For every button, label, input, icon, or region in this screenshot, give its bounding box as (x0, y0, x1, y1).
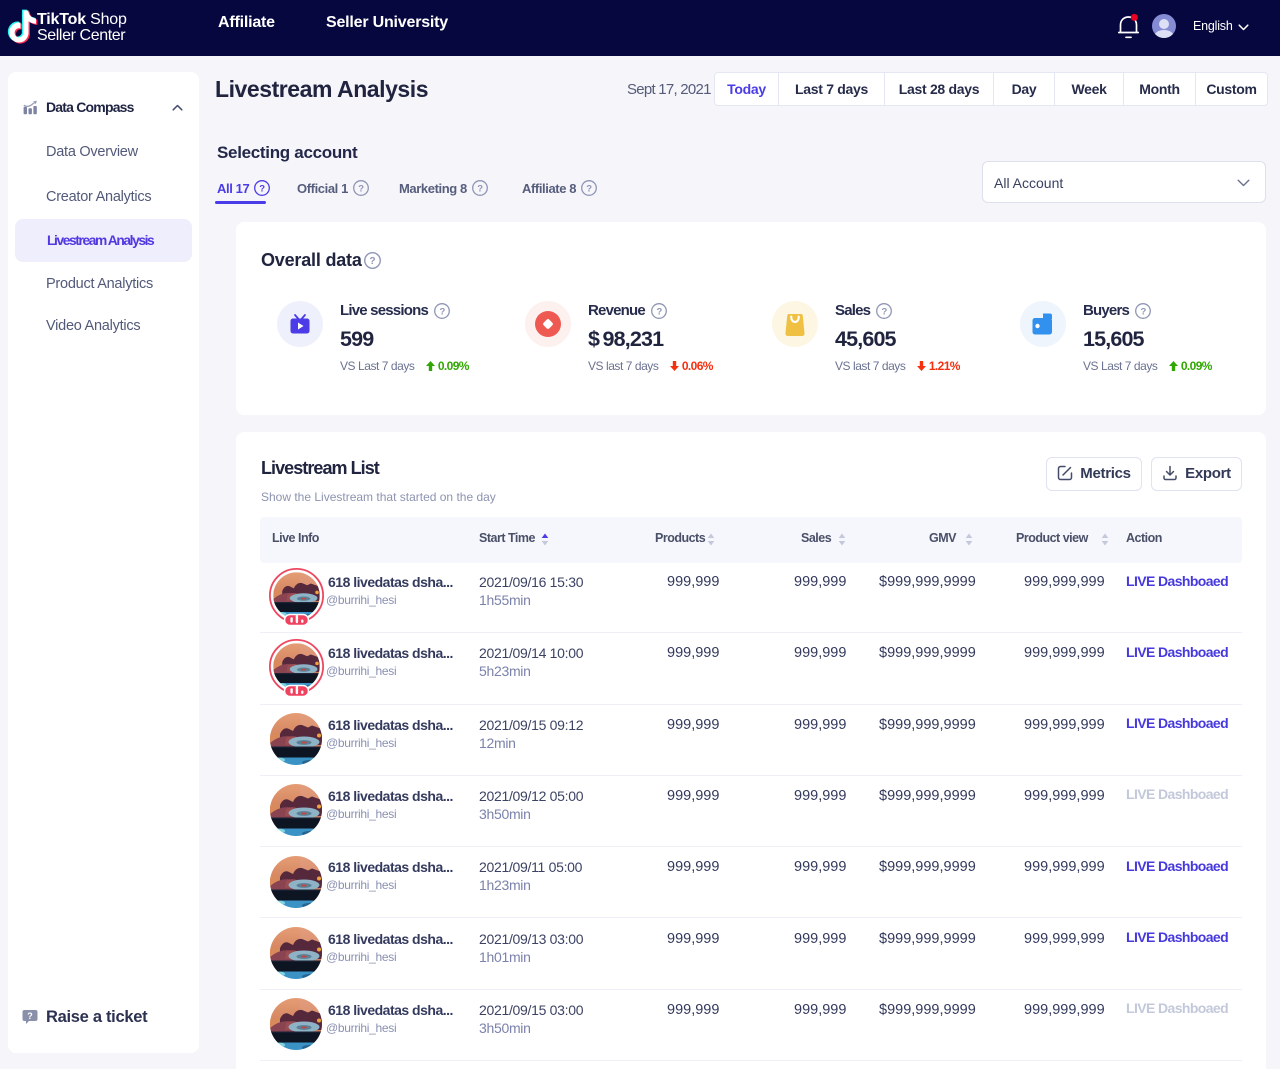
svg-text:?: ? (27, 1011, 33, 1021)
